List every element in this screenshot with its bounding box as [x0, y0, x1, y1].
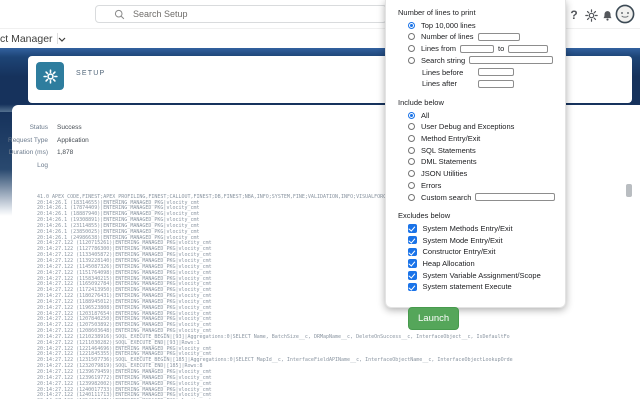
- exclude-heap-allocation[interactable]: Heap Allocation: [408, 259, 557, 268]
- setup-search-box[interactable]: Search Setup: [95, 5, 387, 23]
- user-avatar[interactable]: [615, 4, 635, 29]
- log-scrollbar-thumb[interactable]: [626, 184, 632, 197]
- checkbox-checked-icon[interactable]: [408, 271, 417, 280]
- lines-after-label: Lines after: [422, 79, 474, 88]
- duration-label: Duration (ms): [8, 149, 48, 157]
- checkbox-checked-icon[interactable]: [408, 248, 417, 257]
- exclude-system-methods[interactable]: System Methods Entry/Exit: [408, 224, 557, 233]
- checkbox-checked-icon[interactable]: [408, 283, 417, 292]
- exclude-system-statement[interactable]: System statement Execute: [408, 283, 557, 292]
- include-option-user-debug[interactable]: User Debug and Exceptions: [408, 123, 557, 132]
- duration-row: Duration (ms) 1,878: [8, 149, 208, 157]
- option-label: System Mode Entry/Exit: [423, 236, 503, 245]
- chevron-down-icon: [58, 37, 66, 42]
- tab-label: ct Manager: [0, 33, 53, 45]
- option-label: JSON Utilities: [421, 169, 467, 178]
- lines-before-row: Lines before: [422, 68, 557, 77]
- option-label: System Variable Assignment/Scope: [423, 271, 541, 280]
- include-section-title: Include below: [398, 98, 557, 107]
- exclude-system-variable[interactable]: System Variable Assignment/Scope: [408, 271, 557, 280]
- include-option-errors[interactable]: Errors: [408, 181, 557, 190]
- lines-before-input[interactable]: [478, 68, 514, 76]
- exclude-system-mode[interactable]: System Mode Entry/Exit: [408, 236, 557, 245]
- radio-icon[interactable]: [408, 45, 415, 52]
- option-lines-range[interactable]: Lines from to: [408, 44, 557, 53]
- option-label: Lines from: [421, 44, 456, 53]
- include-option-sql-statements[interactable]: SQL Statements: [408, 146, 557, 155]
- option-label: Top 10,000 lines: [421, 21, 476, 30]
- status-value: Success: [57, 124, 82, 132]
- include-option-method-entry-exit[interactable]: Method Entry/Exit: [408, 134, 557, 143]
- search-string-input[interactable]: [469, 56, 553, 64]
- lines-from-input[interactable]: [460, 45, 494, 53]
- status-row: Status Success: [8, 124, 208, 132]
- radio-icon[interactable]: [408, 135, 415, 142]
- radio-icon[interactable]: [408, 112, 415, 119]
- option-search-string[interactable]: Search string: [408, 56, 557, 65]
- option-top-lines[interactable]: Top 10,000 lines: [408, 21, 557, 30]
- checkbox-checked-icon[interactable]: [408, 224, 417, 233]
- duration-value: 1,878: [57, 149, 73, 157]
- include-option-dml-statements[interactable]: DML Statements: [408, 158, 557, 167]
- setup-gear-icon[interactable]: [583, 7, 599, 23]
- radio-icon[interactable]: [408, 158, 415, 165]
- include-option-all[interactable]: All: [408, 111, 557, 120]
- log-row: Log: [8, 162, 208, 170]
- radio-icon[interactable]: [408, 33, 415, 40]
- lines-before-label: Lines before: [422, 68, 474, 77]
- option-number-of-lines[interactable]: Number of lines: [408, 33, 557, 42]
- search-icon: [114, 9, 125, 20]
- help-icon[interactable]: ?: [566, 7, 582, 23]
- lines-section-title: Number of lines to print: [398, 8, 557, 17]
- request-type-row: Request Type Application: [8, 137, 208, 145]
- lines-to-input[interactable]: [508, 45, 548, 53]
- radio-icon[interactable]: [408, 22, 415, 29]
- search-placeholder: Search Setup: [133, 9, 188, 19]
- request-type-value: Application: [57, 137, 89, 145]
- tab-divider: [57, 33, 58, 44]
- radio-icon[interactable]: [408, 194, 415, 201]
- include-option-custom-search[interactable]: Custom search: [408, 193, 557, 202]
- lines-after-input[interactable]: [478, 80, 514, 88]
- log-label: Log: [8, 162, 48, 170]
- to-label: to: [498, 44, 504, 53]
- option-label: System statement Execute: [423, 282, 512, 291]
- exclude-constructor[interactable]: Constructor Entry/Exit: [408, 248, 557, 257]
- option-label: SQL Statements: [421, 146, 476, 155]
- log-options-popup: Number of lines to print Top 10,000 line…: [385, 0, 566, 308]
- option-label: Number of lines: [421, 32, 474, 41]
- radio-icon[interactable]: [408, 57, 415, 64]
- status-label: Status: [8, 124, 48, 132]
- option-label: Errors: [421, 181, 441, 190]
- option-label: Search string: [421, 56, 465, 65]
- checkbox-checked-icon[interactable]: [408, 236, 417, 245]
- option-label: All: [421, 111, 429, 120]
- tab-object-manager[interactable]: ct Manager: [0, 32, 66, 46]
- option-label: Heap Allocation: [423, 259, 475, 268]
- option-label: Method Entry/Exit: [421, 134, 480, 143]
- checkbox-checked-icon[interactable]: [408, 259, 417, 268]
- launch-button[interactable]: Launch: [408, 307, 459, 330]
- number-of-lines-input[interactable]: [478, 33, 520, 41]
- page-title: SETUP: [76, 70, 105, 77]
- option-label: System Methods Entry/Exit: [423, 224, 513, 233]
- radio-icon[interactable]: [408, 170, 415, 177]
- setup-gear-tile-icon: [36, 62, 64, 90]
- log-detail-fields: Status Success Request Type Application …: [8, 124, 208, 174]
- lines-after-row: Lines after: [422, 79, 557, 88]
- radio-icon[interactable]: [408, 147, 415, 154]
- notifications-bell-icon[interactable]: [599, 7, 615, 23]
- include-option-json-utilities[interactable]: JSON Utilities: [408, 169, 557, 178]
- radio-icon[interactable]: [408, 182, 415, 189]
- excludes-section-title: Excludes below: [398, 211, 557, 220]
- option-label: Constructor Entry/Exit: [423, 247, 496, 256]
- request-type-label: Request Type: [8, 137, 48, 145]
- custom-search-input[interactable]: [475, 193, 555, 201]
- radio-icon[interactable]: [408, 123, 415, 130]
- option-label: Custom search: [421, 193, 471, 202]
- option-label: DML Statements: [421, 157, 477, 166]
- option-label: User Debug and Exceptions: [421, 122, 514, 131]
